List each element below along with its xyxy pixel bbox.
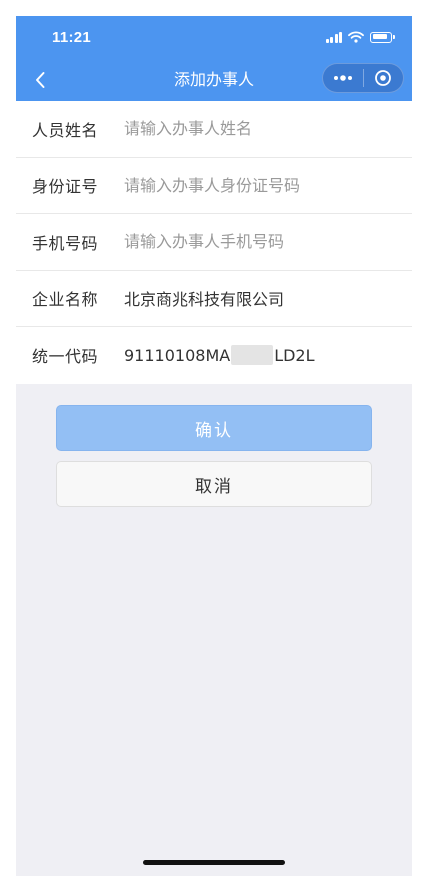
- redaction-mask: [231, 345, 274, 366]
- id-number-label: 身份证号: [32, 177, 99, 197]
- form-row-name: 人员姓名: [16, 101, 412, 158]
- signal-icon: [325, 31, 342, 43]
- status-icons: [325, 30, 395, 44]
- phone-input[interactable]: [124, 226, 412, 257]
- more-button[interactable]: [323, 63, 363, 93]
- credit-code-prefix: 91110108MA: [124, 345, 231, 365]
- confirm-button[interactable]: 确认: [56, 405, 372, 451]
- id-number-input[interactable]: [124, 170, 412, 201]
- phone-screen: 11:21 添加办事人 人员姓名 请输入办事人姓名 身份证号 请输入办事人身份证…: [16, 16, 412, 876]
- wifi-icon: [348, 31, 364, 43]
- company-value: 北京商兆科技有限公司: [124, 290, 285, 310]
- phone-label: 手机号码: [32, 233, 99, 253]
- battery-icon: [370, 31, 395, 43]
- target-close-icon: [375, 70, 392, 86]
- home-indicator: [143, 860, 285, 865]
- form-row-company: 企业名称 北京商兆科技有限公司: [16, 271, 412, 327]
- more-dots-icon: [333, 75, 352, 81]
- name-input[interactable]: [124, 113, 412, 144]
- name-label: 人员姓名: [32, 120, 99, 140]
- mini-program-capsule: [322, 63, 404, 93]
- form-row-id: 身份证号: [16, 158, 412, 214]
- credit-code-value: 91110108MA LD2L: [124, 345, 315, 366]
- cancel-button[interactable]: 取消: [56, 461, 372, 507]
- credit-code-label: 统一代码: [32, 347, 99, 367]
- form-row-credit-code: 统一代码 91110108MA LD2L: [16, 327, 412, 384]
- company-label: 企业名称: [32, 290, 99, 310]
- agent-form: 人员姓名 身份证号 手机号码 企业名称 北京商兆科技有限公司 统一代码 9111…: [16, 101, 412, 384]
- header: 11:21 添加办事人: [16, 16, 412, 101]
- form-row-phone: 手机号码: [16, 214, 412, 271]
- close-button[interactable]: [363, 63, 403, 93]
- credit-code-suffix: LD2L: [274, 345, 315, 365]
- status-time: 11:21: [52, 29, 92, 46]
